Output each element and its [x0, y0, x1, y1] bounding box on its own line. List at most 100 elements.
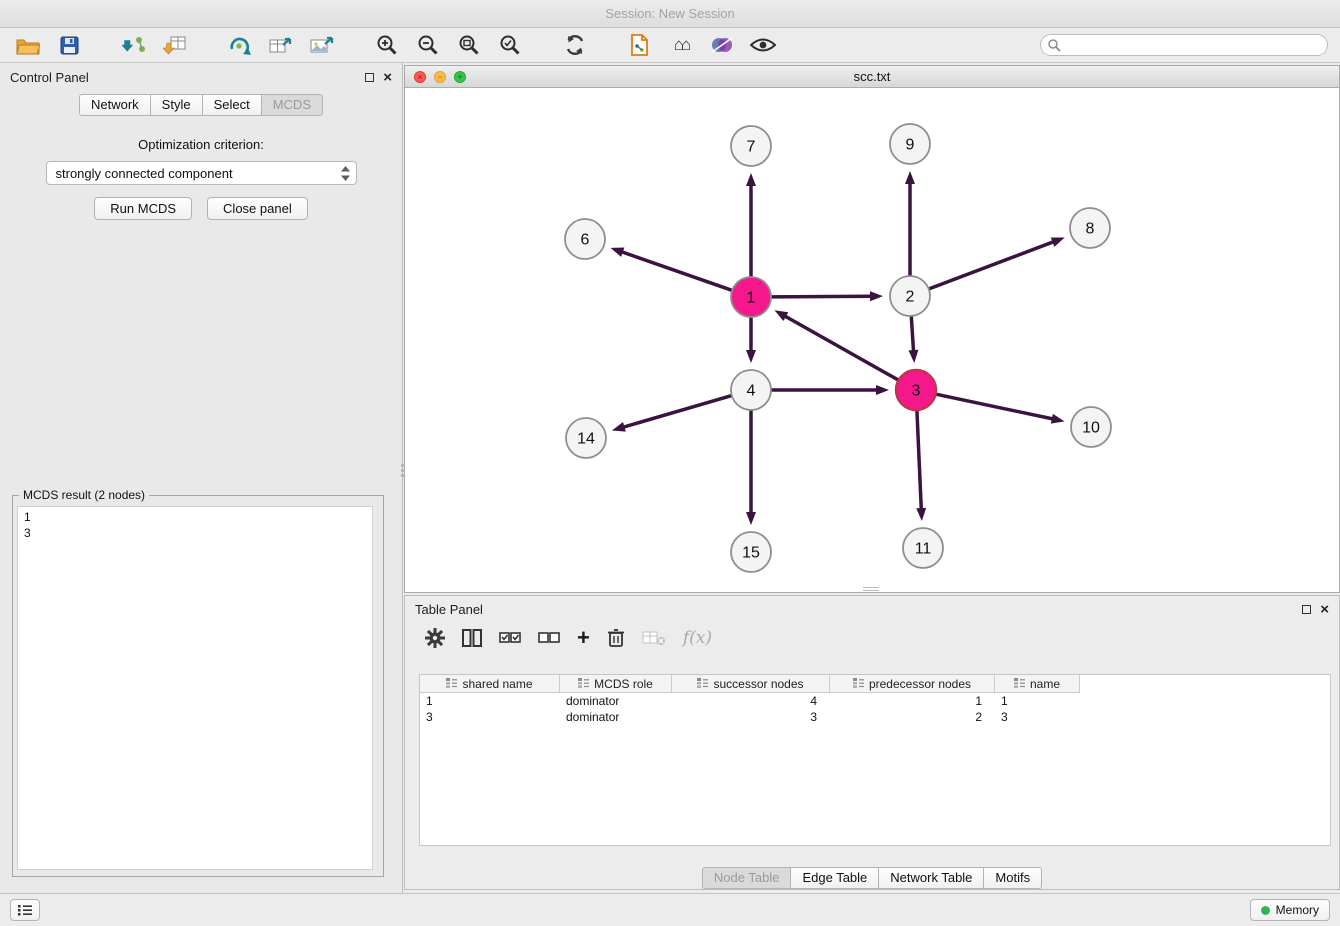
column-header-mcds-role[interactable]: MCDS role [560, 675, 672, 693]
edge-1-4[interactable] [746, 318, 756, 363]
new-table-icon[interactable] [265, 31, 297, 59]
node-9[interactable]: 9 [890, 124, 930, 164]
node-label: 10 [1082, 420, 1100, 437]
table-cell[interactable]: 4 [672, 693, 830, 709]
network-canvas[interactable]: 7 9 6 8 1 2 4 3 14 10 15 11 [405, 88, 1339, 593]
maximize-window-icon[interactable]: + [454, 71, 466, 83]
table-cell[interactable]: 3 [672, 709, 830, 725]
zoom-selected-icon[interactable] [494, 31, 526, 59]
column-header-predecessor-nodes[interactable]: predecessor nodes [830, 675, 995, 693]
deselect-all-icon[interactable] [538, 631, 560, 645]
edge-1-6[interactable] [610, 247, 731, 290]
memory-label: Memory [1276, 903, 1319, 917]
edge-1-7[interactable] [746, 173, 756, 276]
node-15[interactable]: 15 [731, 532, 771, 572]
select-all-icon[interactable] [499, 631, 521, 645]
criterion-select[interactable]: strongly connected component [46, 161, 357, 185]
tab-mcds[interactable]: MCDS [262, 94, 323, 116]
table-cell[interactable]: 3 [995, 709, 1080, 725]
table-cell[interactable]: dominator [560, 693, 672, 709]
edge-4-3[interactable] [772, 385, 889, 395]
table-cell[interactable]: 2 [830, 709, 995, 725]
node-14[interactable]: 14 [566, 418, 606, 458]
node-2[interactable]: 2 [890, 276, 930, 316]
edge-1-2[interactable] [772, 291, 883, 301]
node-4[interactable]: 4 [731, 370, 771, 410]
node-table[interactable]: shared name MCDS rolesuccessor nodesprede… [419, 674, 1331, 846]
delete-table-icon[interactable] [642, 630, 666, 646]
table-settings-gear-icon[interactable] [425, 628, 445, 648]
node-label: 9 [906, 137, 915, 154]
node-6[interactable]: 6 [565, 219, 605, 259]
open-session-icon[interactable] [12, 31, 44, 59]
import-network-from-file-icon[interactable] [118, 31, 150, 59]
edge-3-1[interactable] [775, 310, 898, 379]
node-7[interactable]: 7 [731, 126, 771, 166]
edge-4-14[interactable] [612, 396, 731, 432]
node-label: 1 [747, 290, 756, 307]
window-title: Session: New Session [605, 6, 734, 21]
tab-network[interactable]: Network [79, 94, 151, 116]
tab-motifs[interactable]: Motifs [984, 867, 1042, 889]
close-window-icon[interactable]: × [414, 71, 426, 83]
tab-style[interactable]: Style [151, 94, 203, 116]
mcds-result-line: 3 [24, 525, 366, 541]
zoom-out-icon[interactable] [412, 31, 444, 59]
node-8[interactable]: 8 [1070, 208, 1110, 248]
edge-2-8[interactable] [930, 237, 1065, 288]
node-10[interactable]: 10 [1071, 407, 1111, 447]
show-columns-icon[interactable] [462, 629, 482, 647]
table-row[interactable]: 3dominator323 [420, 709, 1330, 725]
run-mcds-button[interactable]: Run MCDS [94, 197, 192, 220]
panel-resize-handle[interactable] [399, 460, 405, 480]
show-panels-button[interactable] [10, 899, 40, 921]
table-cell[interactable]: 1 [420, 693, 560, 709]
tab-network-table[interactable]: Network Table [879, 867, 984, 889]
tab-select[interactable]: Select [203, 94, 262, 116]
close-table-panel-icon[interactable]: × [1320, 605, 1329, 615]
column-header-shared-name[interactable]: shared name [420, 675, 560, 693]
create-column-icon[interactable]: + [577, 629, 590, 647]
column-header-successor-nodes[interactable]: successor nodes [672, 675, 830, 693]
export-image-icon[interactable] [306, 31, 338, 59]
show-hide-icon[interactable] [747, 31, 779, 59]
minimize-window-icon[interactable]: − [434, 71, 446, 83]
close-panel-icon[interactable]: × [383, 73, 392, 83]
edge-2-3[interactable] [908, 317, 918, 363]
tab-node-table[interactable]: Node Table [702, 867, 792, 889]
delete-column-icon[interactable] [607, 628, 625, 648]
float-panel-icon[interactable] [365, 73, 374, 82]
column-header-name[interactable]: name [995, 675, 1080, 693]
tab-edge-table[interactable]: Edge Table [791, 867, 879, 889]
column-header-label: shared name [462, 677, 532, 691]
mcds-result-list[interactable]: 13 [17, 506, 373, 870]
table-cell[interactable]: 1 [830, 693, 995, 709]
edge-3-10[interactable] [937, 394, 1065, 423]
network-window-titlebar[interactable]: × − + scc.txt [405, 66, 1339, 88]
import-table-from-file-icon[interactable] [159, 31, 191, 59]
node-3[interactable]: 3 [896, 370, 936, 410]
node-11[interactable]: 11 [903, 528, 943, 568]
table-cell[interactable]: 3 [420, 709, 560, 725]
function-builder-icon[interactable]: f(x) [683, 628, 712, 648]
float-table-panel-icon[interactable] [1302, 605, 1311, 614]
close-panel-button[interactable]: Close panel [207, 197, 308, 220]
window-resize-grip[interactable] [863, 587, 879, 591]
apply-layout-icon[interactable] [559, 31, 591, 59]
table-cell[interactable]: 1 [995, 693, 1080, 709]
edge-3-11[interactable] [916, 411, 926, 521]
first-neighbors-icon[interactable]: ⌂⌂ [665, 31, 697, 59]
edge-2-9[interactable] [905, 171, 915, 275]
save-session-icon[interactable] [53, 31, 85, 59]
search-input[interactable] [1040, 34, 1328, 56]
copy-network-icon[interactable] [624, 31, 656, 59]
zoom-in-icon[interactable] [371, 31, 403, 59]
apply-style-icon[interactable] [706, 31, 738, 59]
node-1[interactable]: 1 [731, 277, 771, 317]
new-network-icon[interactable] [224, 31, 256, 59]
zoom-fit-icon[interactable] [453, 31, 485, 59]
table-cell[interactable]: dominator [560, 709, 672, 725]
table-row[interactable]: 1dominator411 [420, 693, 1330, 709]
memory-button[interactable]: Memory [1250, 899, 1330, 921]
edge-4-15[interactable] [746, 411, 756, 525]
